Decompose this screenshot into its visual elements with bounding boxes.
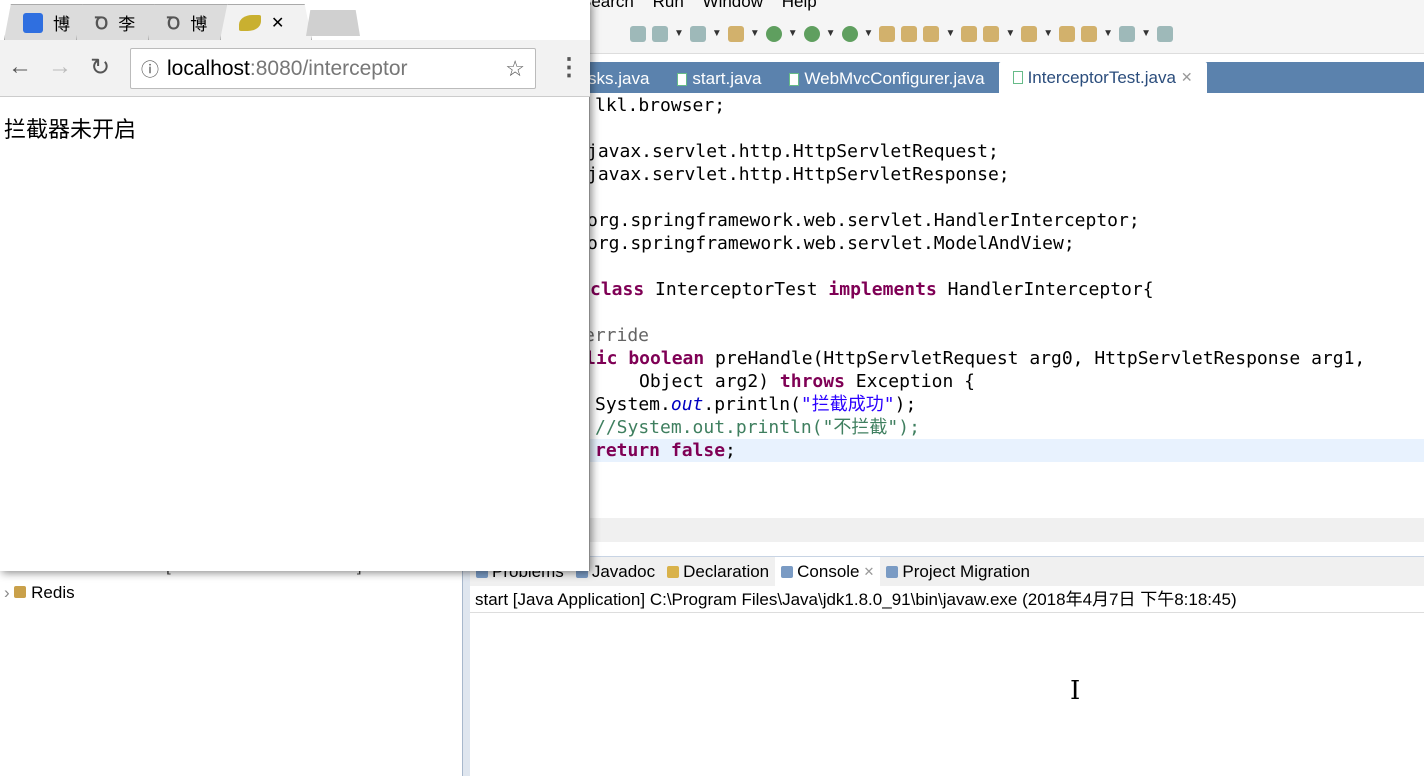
bookmark-star-icon[interactable]: ☆ — [505, 56, 525, 82]
tab-label: Console — [797, 561, 860, 581]
back-icon[interactable]: ← — [8, 53, 32, 81]
folder-icon[interactable] — [961, 25, 978, 42]
close-icon[interactable]: ✕ — [271, 13, 284, 33]
tab-label: Javadoc — [591, 561, 656, 581]
tab-title: 李 — [118, 15, 136, 34]
browser-window: 博 Ꝺ李 Ꝺ博 ✕ ← → ↻ ⓘ localhost:8080/interce… — [0, 0, 590, 571]
tab-interceptortest[interactable]: InterceptorTest.java ✕ — [998, 62, 1207, 93]
tab-label: Declaration — [683, 561, 770, 581]
baidu-favicon-icon — [23, 12, 43, 33]
info-icon[interactable]: ⓘ — [141, 56, 159, 82]
tab-webmvcconfigurer[interactable]: WebMvcConfigurer.java — [775, 65, 998, 93]
horizontal-scrollbar[interactable] — [470, 518, 1424, 542]
code-editor[interactable]: lkl.browser; javax.servlet.http.HttpServ… — [470, 93, 1424, 518]
run-icon[interactable] — [765, 25, 782, 42]
tab-label: InterceptorTest.java — [1027, 67, 1176, 87]
close-icon[interactable]: ✕ — [864, 564, 875, 580]
project-icon — [14, 586, 27, 598]
new-tab-button[interactable] — [306, 10, 360, 36]
tree-item-redis[interactable]: › Redis — [4, 583, 75, 603]
code-line: org.springframework.web.servlet.ModelAnd… — [587, 233, 1075, 254]
browser-tab-active[interactable]: ✕ — [220, 4, 312, 40]
pin-icon[interactable] — [1156, 25, 1173, 42]
close-icon[interactable]: ✕ — [1181, 69, 1193, 86]
tab-declaration[interactable]: Declaration — [661, 557, 775, 587]
java-file-icon — [1012, 71, 1023, 84]
terminal-icon[interactable] — [689, 25, 706, 42]
external-tools-icon[interactable] — [841, 25, 858, 42]
browser-toolbar: ← → ↻ ⓘ localhost:8080/interceptor ☆ ⋮ — [0, 40, 590, 97]
declaration-icon — [667, 565, 680, 578]
spring-leaf-favicon-icon — [239, 14, 261, 31]
print-icon[interactable] — [652, 25, 668, 42]
code-line: System.out.println("拦截成功"); — [595, 394, 917, 415]
console-icon — [781, 565, 794, 578]
prev-annotation-icon[interactable] — [1021, 25, 1038, 42]
panel-divider[interactable] — [462, 540, 470, 776]
code-line: javax.servlet.http.HttpServletResponse; — [587, 164, 1010, 185]
tree-label: Redis — [31, 583, 75, 602]
code-line: org.springframework.web.servlet.HandlerI… — [587, 210, 1140, 231]
menu-bar: Search Run Window Help — [470, 0, 1424, 14]
menu-help[interactable]: Help — [782, 0, 817, 11]
code-line: lkl.browser; — [595, 95, 726, 116]
code-line: return false; — [595, 440, 736, 461]
url-host: localhost — [167, 56, 250, 80]
browser-tab[interactable]: Ꝺ博 — [148, 4, 234, 40]
forward-icon[interactable] — [1119, 25, 1136, 42]
package-explorer: Browser-simulate [browser-simulate maste… — [0, 540, 462, 776]
new-icon[interactable] — [630, 25, 646, 42]
address-bar[interactable]: ⓘ localhost:8080/interceptor ☆ — [130, 48, 536, 89]
url-path: :8080/interceptor — [249, 56, 408, 80]
tab-label: start.java — [692, 69, 762, 88]
reload-icon[interactable]: ↻ — [90, 53, 110, 82]
code-line: erride — [584, 325, 650, 346]
tab-start[interactable]: start.java — [663, 65, 775, 93]
tab-title: 博 — [190, 15, 208, 34]
forward-icon[interactable]: → — [48, 53, 72, 81]
code-line: lic boolean preHandle(HttpServletRequest… — [585, 348, 1366, 369]
expand-icon[interactable]: › — [4, 583, 10, 602]
open-task-icon[interactable] — [901, 25, 918, 42]
code-line: Object arg2) throws Exception { — [639, 371, 975, 392]
coverage-icon[interactable] — [803, 25, 820, 42]
tab-console[interactable]: Console ✕ — [775, 556, 881, 587]
back-icon[interactable] — [1081, 25, 1098, 42]
tab-label: WebMvcConfigurer.java — [804, 69, 985, 88]
tab-project-migration[interactable]: Project Migration — [880, 557, 1036, 587]
tab-label: Project Migration — [902, 561, 1030, 581]
menu-kebab-icon[interactable]: ⋮ — [557, 53, 581, 82]
last-edit-icon[interactable] — [1059, 25, 1076, 42]
page-content-text: 拦截器未开启 — [4, 117, 137, 142]
next-annotation-icon[interactable] — [983, 25, 1000, 42]
text-cursor-icon: I — [1070, 676, 1081, 706]
console-header: start [Java Application] C:\Program File… — [470, 586, 1424, 613]
menu-window[interactable]: Window — [703, 0, 763, 11]
tab-title: 博 — [53, 15, 70, 34]
toolbar: ▼ ▼ ▼ ▼ ▼ ▼ ▼ ▼ ▼ ▼ ▼ — [470, 14, 1424, 54]
code-line: class InterceptorTest implements Handler… — [590, 279, 1154, 300]
debug-icon[interactable] — [727, 25, 744, 42]
pen-icon[interactable] — [923, 25, 940, 42]
code-line: javax.servlet.http.HttpServletRequest; — [587, 141, 999, 162]
code-line: //System.out.println("不拦截"); — [595, 417, 920, 438]
bottom-panel-tabs: Problems Javadoc Declaration Console ✕ Pr… — [470, 556, 1424, 587]
browser-tab-strip: 博 Ꝺ李 Ꝺ博 ✕ — [0, 0, 590, 40]
menu-run[interactable]: Run — [653, 0, 684, 11]
tab-label: sks.java — [588, 69, 650, 88]
java-file-icon — [789, 72, 800, 86]
blog-favicon-icon: Ꝺ — [95, 14, 109, 33]
blog-favicon-icon: Ꝺ — [167, 14, 181, 33]
migration-icon — [886, 565, 899, 578]
open-type-icon[interactable] — [879, 25, 896, 42]
java-file-icon — [677, 72, 688, 86]
editor-tabs: sks.java start.java WebMvcConfigurer.jav… — [470, 62, 1424, 93]
